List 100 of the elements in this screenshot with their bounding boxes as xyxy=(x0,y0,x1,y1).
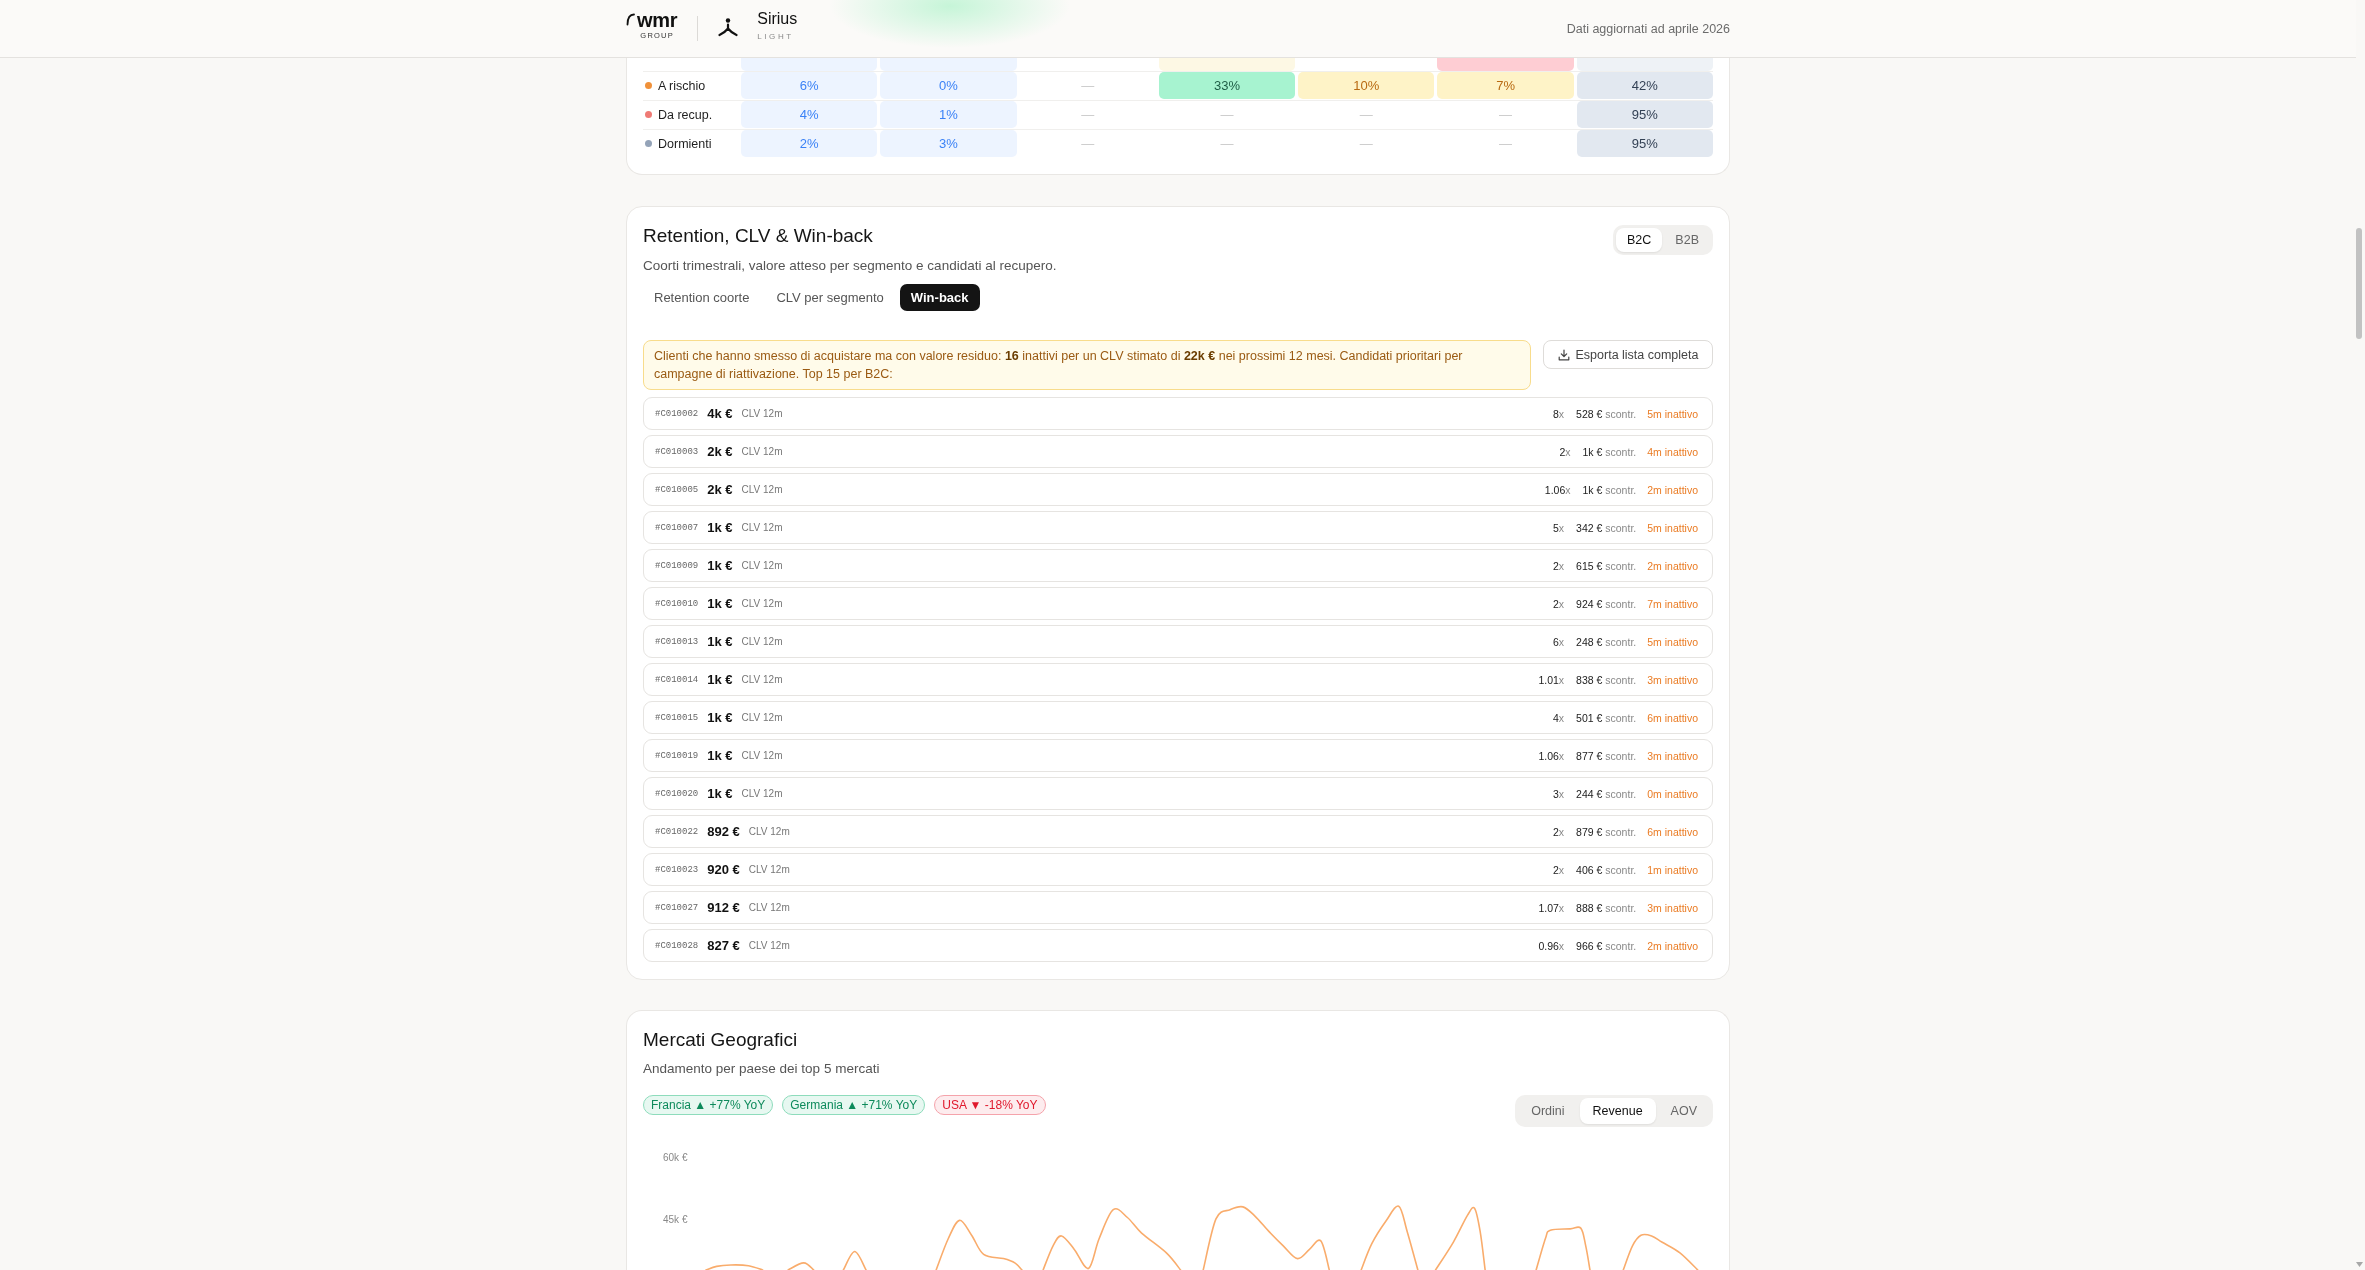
clv-value: 1k € xyxy=(707,596,733,611)
update-note: Dati aggiornati ad aprile 2026 xyxy=(1566,21,1730,36)
table-cell: 7% xyxy=(1437,72,1574,99)
inactivity-period: 7m inattivo xyxy=(1647,597,1698,610)
logo-wordmark: wmr xyxy=(637,11,678,30)
clv-label: CLV 12m xyxy=(741,408,783,419)
average-ticket: 924 € scontr. xyxy=(1576,597,1637,610)
product-name: Sirius xyxy=(757,10,798,28)
section-subtitle: Andamento per paese dei top 5 mercati xyxy=(643,1060,881,1078)
order-frequency: 0.96x xyxy=(1538,939,1565,952)
customer-id: #C010028 xyxy=(655,940,699,951)
clv-value: 1k € xyxy=(707,520,733,535)
table-cell: 33% xyxy=(1158,72,1296,99)
customer-id: #C010002 xyxy=(655,408,699,419)
clv-label: CLV 12m xyxy=(741,636,783,647)
metric-option[interactable]: Ordini xyxy=(1518,1098,1578,1124)
no-data-dash: — xyxy=(1081,107,1095,122)
no-data-dash: — xyxy=(1359,107,1373,122)
average-ticket: 838 € scontr. xyxy=(1576,673,1637,686)
metric-option[interactable]: Revenue xyxy=(1579,1098,1656,1124)
average-ticket: 966 € scontr. xyxy=(1576,939,1637,952)
clv-value: 827 € xyxy=(707,938,740,953)
table-cell: 6% xyxy=(741,72,878,99)
order-frequency: 5x xyxy=(1553,521,1565,534)
inactivity-period: 4m inattivo xyxy=(1647,445,1698,458)
table-cell: 4% xyxy=(741,101,878,128)
download-icon xyxy=(1557,348,1570,361)
tripod-icon xyxy=(718,18,739,37)
scroll-down-arrow-icon[interactable] xyxy=(2356,1262,2363,1267)
trend-badge: Germania ▲ +71% YoY xyxy=(782,1095,926,1115)
clv-label: CLV 12m xyxy=(748,864,790,875)
order-frequency: 8x xyxy=(1553,407,1565,420)
clv-label: CLV 12m xyxy=(741,484,783,495)
customer-id: #C010010 xyxy=(655,598,699,609)
no-data-dash: — xyxy=(1220,107,1234,122)
inactivity-period: 3m inattivo xyxy=(1647,673,1698,686)
order-frequency: 1.06x xyxy=(1544,483,1571,496)
inactivity-period: 3m inattivo xyxy=(1647,749,1698,762)
inactivity-period: 3m inattivo xyxy=(1647,901,1698,914)
clv-label: CLV 12m xyxy=(741,560,783,571)
clv-value: 1k € xyxy=(707,558,733,573)
clv-value: 1k € xyxy=(707,786,733,801)
order-frequency: 2x xyxy=(1559,445,1571,458)
average-ticket: 879 € scontr. xyxy=(1576,825,1637,838)
average-ticket: 1k € scontr. xyxy=(1582,445,1637,458)
clv-value: 892 € xyxy=(707,824,740,839)
export-button[interactable]: Esporta lista completa xyxy=(1543,340,1713,369)
no-data-dash: — xyxy=(1359,136,1373,151)
table-cell: 95% xyxy=(1576,101,1713,128)
order-frequency: 6x xyxy=(1553,635,1565,648)
view-tab[interactable]: Win-back xyxy=(899,284,980,311)
table-cell: 42% xyxy=(1576,72,1713,99)
trend-badge: USA ▼ -18% YoY xyxy=(934,1095,1046,1115)
table-cell: 0% xyxy=(880,72,1017,99)
customer-id: #C010014 xyxy=(655,674,699,685)
clv-label: CLV 12m xyxy=(748,902,790,913)
trend-badge: Francia ▲ +77% YoY xyxy=(643,1095,774,1115)
order-frequency: 4x xyxy=(1553,711,1565,724)
section-subtitle: Coorti trimestrali, valore atteso per segmento e candidati al recupero. xyxy=(643,257,1057,275)
order-frequency: 2x xyxy=(1553,863,1565,876)
metric-option[interactable]: AOV xyxy=(1657,1098,1710,1124)
clv-value: 912 € xyxy=(707,900,740,915)
inactivity-period: 5m inattivo xyxy=(1647,635,1698,648)
average-ticket: 615 € scontr. xyxy=(1576,559,1637,572)
clv-value: 2k € xyxy=(707,482,733,497)
order-frequency: 1.07x xyxy=(1538,901,1565,914)
clv-value: 1k € xyxy=(707,710,733,725)
average-ticket: 528 € scontr. xyxy=(1576,407,1637,420)
order-frequency: 2x xyxy=(1553,597,1565,610)
average-ticket: 877 € scontr. xyxy=(1576,749,1637,762)
scrollbar-thumb[interactable] xyxy=(2356,228,2362,339)
table-cell: 1% xyxy=(880,101,1017,128)
clv-label: CLV 12m xyxy=(741,750,783,761)
inactivity-period: 6m inattivo xyxy=(1647,711,1698,724)
no-data-dash: — xyxy=(1499,107,1513,122)
inactivity-period: 2m inattivo xyxy=(1647,483,1698,496)
clv-value: 920 € xyxy=(707,862,740,877)
customer-id: #C010022 xyxy=(655,826,699,837)
channel-option[interactable]: B2B xyxy=(1664,228,1710,252)
view-tab[interactable]: Retention coorte xyxy=(643,284,761,311)
channel-option[interactable]: B2C xyxy=(1616,228,1663,252)
clv-label: CLV 12m xyxy=(741,598,783,609)
clv-label: CLV 12m xyxy=(741,788,783,799)
clv-value: 1k € xyxy=(707,748,733,763)
customer-id: #C010003 xyxy=(655,446,699,457)
no-data-dash: — xyxy=(1499,136,1513,151)
clv-label: CLV 12m xyxy=(741,712,783,723)
no-data-dash: — xyxy=(1081,78,1095,93)
clv-label: CLV 12m xyxy=(748,940,790,951)
inactivity-period: 2m inattivo xyxy=(1647,939,1698,952)
inactivity-period: 0m inattivo xyxy=(1647,787,1698,800)
axis-label: 45k € xyxy=(663,1213,688,1227)
inactivity-period: 2m inattivo xyxy=(1647,559,1698,572)
view-tab[interactable]: CLV per segmento xyxy=(765,284,895,311)
customer-id: #C010027 xyxy=(655,902,699,913)
customer-id: #C010020 xyxy=(655,788,699,799)
customer-id: #C010013 xyxy=(655,636,699,647)
customer-id: #C010023 xyxy=(655,864,699,875)
average-ticket: 248 € scontr. xyxy=(1576,635,1637,648)
clv-value: 4k € xyxy=(707,406,733,421)
